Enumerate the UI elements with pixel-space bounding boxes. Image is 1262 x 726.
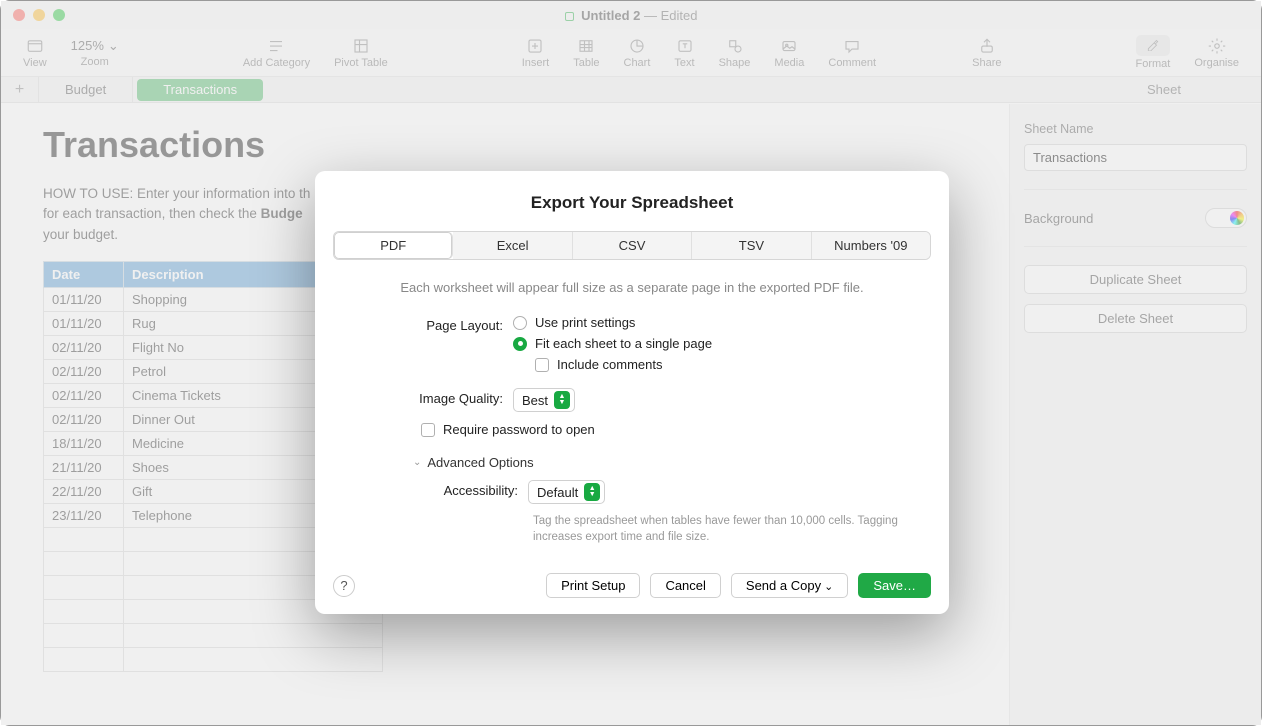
format-tabs: PDF Excel CSV TSV Numbers '09 bbox=[333, 231, 931, 260]
image-quality-label: Image Quality: bbox=[333, 388, 513, 406]
image-quality-select[interactable]: Best ▲▼ bbox=[513, 388, 575, 412]
export-dialog: Export Your Spreadsheet PDF Excel CSV TS… bbox=[315, 171, 949, 614]
save-button[interactable]: Save… bbox=[858, 573, 931, 598]
tab-numbers09[interactable]: Numbers '09 bbox=[812, 232, 930, 259]
checkbox-include-comments[interactable]: Include comments bbox=[535, 357, 931, 372]
print-setup-button[interactable]: Print Setup bbox=[546, 573, 640, 598]
tab-tsv[interactable]: TSV bbox=[692, 232, 811, 259]
tab-csv[interactable]: CSV bbox=[573, 232, 692, 259]
accessibility-hint: Tag the spreadsheet when tables have few… bbox=[533, 514, 931, 545]
help-button[interactable]: ? bbox=[333, 575, 355, 597]
accessibility-select[interactable]: Default ▲▼ bbox=[528, 480, 605, 504]
stepper-icon: ▲▼ bbox=[584, 483, 600, 501]
page-layout-label: Page Layout: bbox=[333, 315, 513, 333]
tab-pdf[interactable]: PDF bbox=[334, 232, 453, 259]
dialog-description: Each worksheet will appear full size as … bbox=[333, 280, 931, 295]
radio-fit-sheet[interactable]: Fit each sheet to a single page bbox=[513, 336, 931, 351]
tab-excel[interactable]: Excel bbox=[453, 232, 572, 259]
checkbox-require-password[interactable]: Require password to open bbox=[421, 422, 595, 437]
cancel-button[interactable]: Cancel bbox=[650, 573, 720, 598]
radio-use-print-settings[interactable]: Use print settings bbox=[513, 315, 931, 330]
dialog-title: Export Your Spreadsheet bbox=[333, 193, 931, 213]
accessibility-label: Accessibility: bbox=[333, 480, 528, 498]
send-a-copy-button[interactable]: Send a Copy bbox=[731, 573, 848, 598]
advanced-options-toggle[interactable]: ⌄ Advanced Options bbox=[413, 455, 931, 470]
chevron-down-icon: ⌄ bbox=[413, 457, 421, 468]
stepper-icon: ▲▼ bbox=[554, 391, 570, 409]
